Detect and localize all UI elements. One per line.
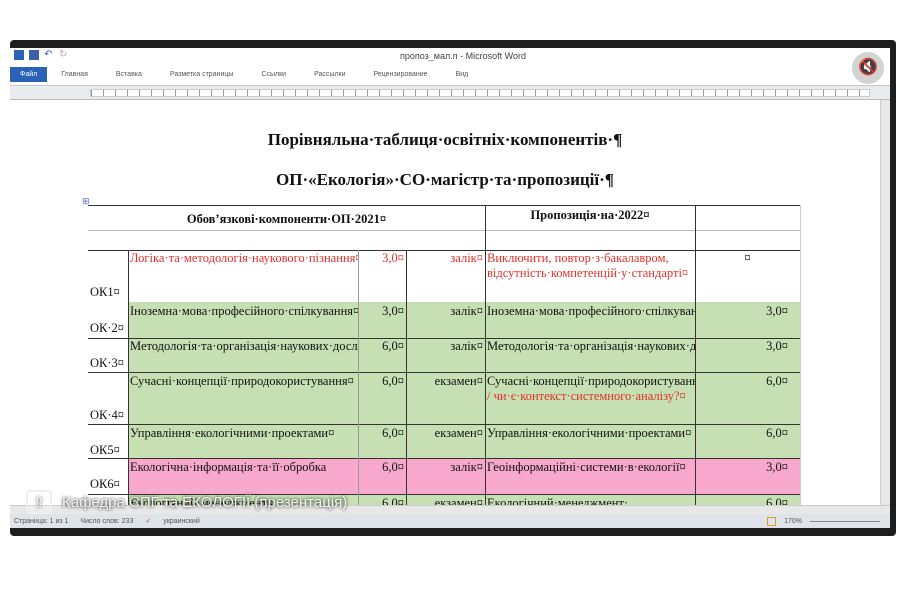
tab-view[interactable]: Вид bbox=[442, 71, 483, 78]
zoom-level[interactable]: 170% bbox=[784, 518, 802, 525]
row-proposal: Геоінформаційні·системи·в·екології¤ bbox=[487, 460, 686, 474]
title-bar: ↶ ↻ пропоз_мал.п - Microsoft Word bbox=[10, 48, 890, 64]
row-proposal: Управління·екологічними·проектами¤ bbox=[487, 426, 692, 440]
proposal-text: Сучасні·концепції·природокористування bbox=[487, 374, 695, 388]
row-name: Управління·екологічними·проектами¤ bbox=[130, 426, 335, 440]
undo-icon[interactable]: ↶ bbox=[44, 50, 54, 60]
row-code: ОК·3¤ bbox=[90, 356, 125, 370]
header-mandatory-components: Обов’язкові·компоненти·ОП·2021¤ bbox=[186, 212, 387, 226]
zoom-slider[interactable] bbox=[810, 520, 880, 522]
row-form: екзамен¤ bbox=[434, 426, 483, 440]
row-form: екзамен¤ bbox=[434, 496, 483, 505]
row-proposal: Виключити, повтор·з·бакалавром, відсутні… bbox=[487, 251, 689, 280]
print-layout-icon[interactable] bbox=[767, 516, 777, 526]
page-indicator[interactable]: Страница: 1 из 1 bbox=[14, 518, 68, 525]
row-name: Методологія·та·організація·наукових·досл… bbox=[130, 339, 358, 353]
row-form: залік¤ bbox=[450, 460, 483, 474]
row-new-credits: 6,0¤ bbox=[766, 496, 788, 505]
row-form: екзамен¤ bbox=[434, 374, 483, 388]
status-bar: Страница: 1 из 1 Число слов: 233 ✓ украи… bbox=[10, 514, 890, 528]
row-proposal: Екологічний·менеджмент· bbox=[487, 496, 629, 505]
row-credits: 6,0¤ bbox=[382, 374, 404, 388]
row-name: Іноземна·мова·професійного·спілкування¤ bbox=[130, 304, 358, 318]
tab-insert[interactable]: Вставка bbox=[102, 71, 156, 78]
row-name: Сучасні·концепції·природокористування¤ bbox=[130, 374, 354, 388]
window-title: пропоз_мал.п - Microsoft Word bbox=[400, 51, 526, 61]
ribbon-tabs: Файл Главная Вставка Разметка страницы С… bbox=[10, 64, 890, 86]
caption-text: Кафедра СПГ та ЕКОЛОГІЇ (презентація) bbox=[62, 493, 348, 511]
row-credits: 6,0¤ bbox=[382, 460, 404, 474]
row-code: ОК·2¤ bbox=[90, 321, 125, 335]
row-name: Екологічна·інформація·та·її·обробка bbox=[130, 460, 327, 474]
quick-access-toolbar: ↶ ↻ bbox=[14, 50, 69, 60]
row-proposal: Сучасні·концепції·природокористування / … bbox=[485, 373, 695, 405]
row-credits: 6,0¤ bbox=[382, 496, 404, 505]
row-code: ОК1¤ bbox=[90, 285, 120, 299]
word-icon bbox=[14, 50, 24, 60]
row-proposal: Методологія·та·організація·наукових·досл… bbox=[487, 339, 695, 353]
row-form: залік¤ bbox=[450, 251, 483, 265]
spellcheck-icon[interactable]: ✓ bbox=[145, 517, 151, 525]
row-credits: 6,0¤ bbox=[382, 426, 404, 440]
redo-icon[interactable]: ↻ bbox=[59, 50, 69, 60]
tab-review[interactable]: Рецензирование bbox=[360, 71, 442, 78]
row-form: залік¤ bbox=[450, 304, 483, 318]
tab-page-layout[interactable]: Разметка страницы bbox=[156, 71, 248, 78]
row-new-credits: ¤ bbox=[744, 251, 751, 265]
row-new-credits: 6,0¤ bbox=[766, 426, 788, 440]
tab-file[interactable]: Файл bbox=[10, 67, 48, 82]
document-page[interactable]: Порівняльна·таблиця·освітніх·компонентів… bbox=[10, 100, 880, 505]
row-proposal: Іноземна·мова·професійного·спілкування¤ bbox=[487, 304, 695, 318]
word-count[interactable]: Число слов: 233 bbox=[80, 518, 133, 525]
row-name: Логіка·та·методологія·наукового·пізнання… bbox=[130, 251, 358, 265]
language[interactable]: украинский bbox=[163, 518, 200, 525]
muted-microphone-icon[interactable]: 🔇 bbox=[852, 52, 884, 84]
row-credits: 3,0¤ bbox=[382, 304, 404, 318]
presentation-caption: ⇧ Кафедра СПГ та ЕКОЛОГІЇ (презентація) bbox=[26, 490, 347, 514]
tab-home[interactable]: Главная bbox=[47, 71, 102, 78]
tab-references[interactable]: Ссылки bbox=[247, 71, 300, 78]
save-icon[interactable] bbox=[29, 50, 39, 60]
row-new-credits: 3,0¤ bbox=[766, 460, 788, 474]
row-new-credits: 3,0¤ bbox=[766, 339, 788, 353]
tab-mailings[interactable]: Рассылки bbox=[300, 71, 359, 78]
row-form: залік¤ bbox=[450, 339, 483, 353]
row-credits: 6,0¤ bbox=[382, 339, 404, 353]
row-credits: 3,0¤ bbox=[382, 251, 404, 265]
ruler[interactable] bbox=[10, 86, 890, 100]
vertical-scrollbar[interactable] bbox=[880, 100, 890, 505]
header-proposal-2022: Пропозиція·на·2022¤ bbox=[530, 208, 650, 222]
row-code: ОК5¤ bbox=[90, 443, 120, 457]
proposal-note: / чи·є·контекст·системного·аналізу?¤ bbox=[487, 389, 686, 403]
row-new-credits: 3,0¤ bbox=[766, 304, 788, 318]
doc-title-line1: Порівняльна·таблиця·освітніх·компонентів… bbox=[267, 130, 623, 149]
doc-title-line2: ОП·«Екологія»·СО·магістр·та·пропозиції·¶ bbox=[276, 170, 614, 189]
share-icon[interactable]: ⇧ bbox=[26, 490, 52, 514]
row-new-credits: 6,0¤ bbox=[766, 374, 788, 388]
row-code: ОК·4¤ bbox=[90, 408, 125, 422]
